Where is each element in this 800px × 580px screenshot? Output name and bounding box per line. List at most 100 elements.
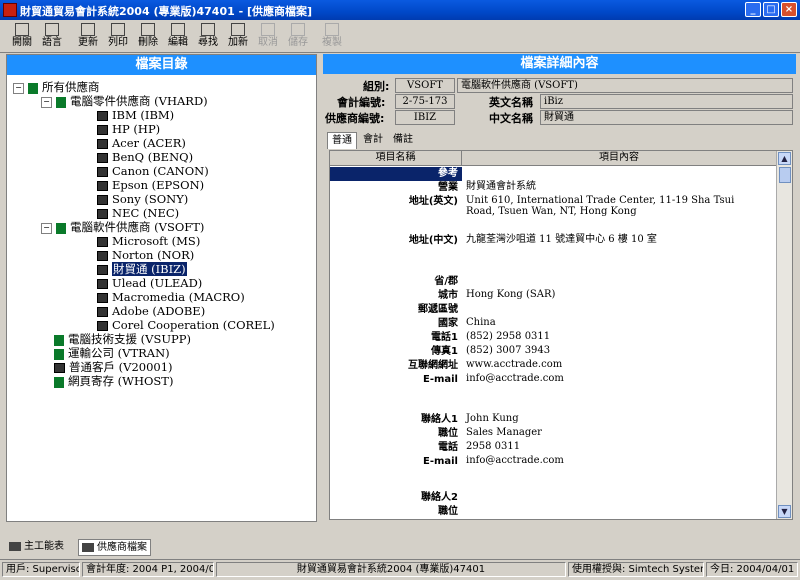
grid-row-name: 職位 xyxy=(438,428,458,439)
tab-supplier-file[interactable]: 供應商檔案 xyxy=(78,539,151,556)
grid-row-name: 城市 xyxy=(438,290,458,301)
tree-node[interactable]: Adobe (ADOBE) xyxy=(97,304,205,318)
status-bar: 用戶: Supervisor 會計年度: 2004 P1, 2004/04/01… xyxy=(0,559,800,580)
grid-row[interactable]: 國家 China xyxy=(330,317,777,331)
close-button[interactable]: × xyxy=(781,2,797,17)
folder-icon xyxy=(54,348,64,360)
tree-node[interactable]: Epson (EPSON) xyxy=(97,178,204,192)
tree-node[interactable]: Acer (ACER) xyxy=(97,136,186,150)
toolbar-delete-button[interactable]: 刪除 xyxy=(134,22,162,50)
grid-header-item-content[interactable]: 項目內容 xyxy=(462,151,777,166)
grid-row[interactable]: 互聯網網址 www.acctrade.com xyxy=(330,359,777,373)
toolbar-copy-button[interactable]: 複製 xyxy=(318,22,346,50)
folder-icon xyxy=(54,334,64,346)
toolbar-cancel-button[interactable]: 取消 xyxy=(254,22,282,50)
tree-node[interactable]: Canon (CANON) xyxy=(97,164,209,178)
tree-node[interactable]: Corel Cooperation (COREL) xyxy=(97,318,275,332)
tree-node[interactable]: NEC (NEC) xyxy=(97,206,179,220)
document-icon xyxy=(97,167,108,177)
toolbar-update-button[interactable]: 更新 xyxy=(74,22,102,50)
tree-node[interactable]: 財貿通 (IBIZ) xyxy=(97,262,187,276)
grid-row-value: (852) 2958 0311 xyxy=(466,331,551,342)
toolbar-add-button[interactable]: 加新 xyxy=(224,22,252,50)
english-name-field[interactable]: iBiz xyxy=(540,94,793,109)
title-bar: 財貿通貿易會計系統2004 (專業版)47401 - [供應商檔案] _ □ × xyxy=(0,0,800,20)
toolbar-save-button[interactable]: 儲存 xyxy=(284,22,312,50)
status-app: 財貿通貿易會計系統2004 (專業版)47401 xyxy=(216,562,566,577)
grid-row[interactable]: 聯絡人1 John Kung xyxy=(330,413,777,427)
grid-header-item-name[interactable]: 項目名稱 xyxy=(330,151,462,166)
tree-node-label: 運輸公司 (VTRAN) xyxy=(68,346,170,360)
tree-node[interactable]: 電腦技術支援 (VSUPP) xyxy=(41,332,191,346)
grid-row-value: 財貿通會計系統 xyxy=(466,181,536,192)
tree-node[interactable]: Macromedia (MACRO) xyxy=(97,290,245,304)
toolbar-open-button[interactable]: 開關 xyxy=(8,22,36,50)
minimize-button[interactable]: _ xyxy=(745,2,761,17)
grid-row[interactable]: E-mail info@acctrade.com xyxy=(330,373,777,387)
cancel-icon xyxy=(261,23,275,36)
tree-node[interactable]: Microsoft (MS) xyxy=(97,234,200,248)
tab-accounting[interactable]: 會計 xyxy=(359,132,387,148)
scroll-down-icon[interactable]: ▼ xyxy=(778,505,791,518)
tab-supplier-file-label: 供應商檔案 xyxy=(97,542,147,553)
tree-node[interactable]: BenQ (BENQ) xyxy=(97,150,193,164)
grid-row[interactable]: 地址(中文) 九龍荃灣沙咀道 11 號達貿中心 6 樓 10 室 xyxy=(330,234,777,248)
scroll-thumb[interactable] xyxy=(779,167,791,183)
tree-node[interactable]: 普通客戶 (V20001) xyxy=(41,360,173,374)
tree-node[interactable]: − 電腦軟件供應商 (VSOFT) xyxy=(41,220,204,234)
chinese-name-field[interactable]: 財貿通 xyxy=(540,110,793,125)
grid-row[interactable]: 職位 Sales Manager xyxy=(330,427,777,441)
grid-row[interactable]: 電話 2958 0311 xyxy=(330,441,777,455)
tab-general[interactable]: 普通 xyxy=(327,132,357,149)
grid-row[interactable]: 電話1 (852) 2958 0311 xyxy=(330,331,777,345)
tab-remarks[interactable]: 備註 xyxy=(389,132,417,148)
toolbar-lang-button[interactable]: 語言 xyxy=(38,22,66,50)
toolbar-edit-button[interactable]: 編輯 xyxy=(164,22,192,50)
supplier-code-field[interactable]: IBIZ xyxy=(395,110,455,125)
status-license: 使用權授與: Simtech Systems Ltd. xyxy=(568,562,704,577)
expand-toggle-icon[interactable]: − xyxy=(13,82,24,94)
tree-node[interactable]: HP (HP) xyxy=(97,122,160,136)
tree-node[interactable]: IBM (IBM) xyxy=(97,108,174,122)
expand-toggle-icon[interactable]: − xyxy=(41,96,52,108)
group-name-field[interactable]: 電腦軟件供應商 (VSOFT) xyxy=(457,78,793,93)
tree-node[interactable]: Norton (NOR) xyxy=(97,248,194,262)
tree-node[interactable]: 網頁寄存 (WHOST) xyxy=(41,374,173,388)
document-icon xyxy=(97,307,108,317)
grid-row[interactable]: 營業 財貿通會計系統 xyxy=(330,181,777,195)
menu-icon xyxy=(9,542,21,551)
tree-node[interactable]: − 所有供應商 xyxy=(13,80,100,94)
tree-node-label: 普通客戶 (V20001) xyxy=(69,360,173,374)
tree-node[interactable]: Sony (SONY) xyxy=(97,192,188,206)
tab-main-menu[interactable]: 主工能表 xyxy=(6,539,67,554)
maximize-button[interactable]: □ xyxy=(763,2,779,17)
scroll-up-icon[interactable]: ▲ xyxy=(778,152,791,165)
tree-node-label: Adobe (ADOBE) xyxy=(112,304,206,318)
grid-row[interactable]: 地址(英文) Unit 610, International Trade Cent… xyxy=(330,195,777,217)
grid-row[interactable]: 聯絡人2 xyxy=(330,491,777,505)
tree-node-label: 電腦零件供應商 (VHARD) xyxy=(70,94,208,108)
grid-scrollbar[interactable]: ▲ ▼ xyxy=(776,151,792,519)
grid-row[interactable]: 城市 Hong Kong (SAR) xyxy=(330,289,777,303)
grid-row[interactable]: 省/郡 xyxy=(330,275,777,289)
tree-node-label: 財貿通 (IBIZ) xyxy=(112,262,187,276)
toolbar-print-button[interactable]: 列印 xyxy=(104,22,132,50)
expand-toggle-icon[interactable]: − xyxy=(41,222,52,234)
account-no-field[interactable]: 2-75-173 xyxy=(395,94,455,109)
grid-row-value: Sales Manager xyxy=(466,427,542,438)
grid-row[interactable]: 傳真1 (852) 3007 3943 xyxy=(330,345,777,359)
tree-node[interactable]: 運輸公司 (VTRAN) xyxy=(41,346,170,360)
grid-row[interactable]: E-mail info@acctrade.com xyxy=(330,455,777,469)
tree-node[interactable]: Ulead (ULEAD) xyxy=(97,276,202,290)
toolbar-find-button[interactable]: 尋找 xyxy=(194,22,222,50)
grid-row[interactable]: 職位 xyxy=(330,505,777,519)
update-icon xyxy=(81,23,95,36)
grid-row[interactable]: 郵遞區號 xyxy=(330,303,777,317)
tree-node-label: Acer (ACER) xyxy=(112,136,186,150)
tree-node[interactable]: − 電腦零件供應商 (VHARD) xyxy=(41,94,208,108)
grid-row-name: 營業 xyxy=(438,182,458,193)
app-icon[interactable] xyxy=(3,3,17,17)
tree-node-label: Sony (SONY) xyxy=(112,192,189,206)
grid-row[interactable]: 參考 xyxy=(330,167,777,181)
group-code-field[interactable]: VSOFT xyxy=(395,78,455,93)
